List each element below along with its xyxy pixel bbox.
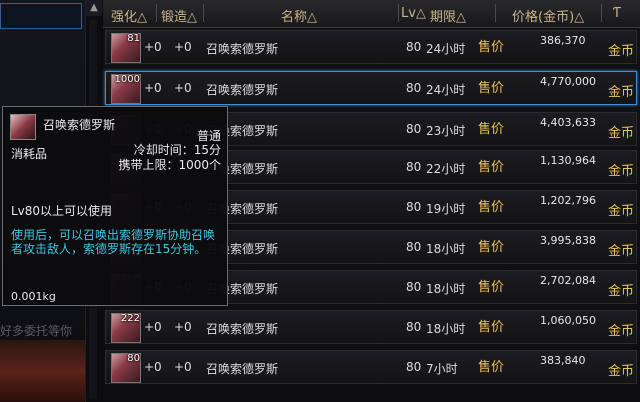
price-value: 1,202,796	[540, 194, 596, 207]
summon-scroll-icon	[10, 114, 36, 140]
tooltip-weight: 0.001kg	[11, 290, 56, 303]
currency-label: 金币	[608, 85, 635, 100]
scroll-up-arrow-icon[interactable]: ▲	[86, 0, 102, 16]
list-header: 强化△ 锻造△ 名称△ Lv△ 期限△ 价格(金币)△ Ƭ	[103, 0, 640, 28]
stack-count: 1000	[114, 74, 140, 85]
price-label: 售价	[478, 200, 505, 215]
tooltip-carry-limit: 携带上限：1000个	[118, 158, 221, 172]
price-label: 售价	[478, 360, 505, 375]
expire-time: 7小时	[426, 362, 458, 376]
header-price[interactable]: 价格(金币)△	[512, 6, 584, 25]
expire-time: 19小时	[426, 202, 466, 216]
item-name: 召唤索德罗斯	[206, 42, 279, 56]
tooltip-type: 消耗品	[11, 147, 48, 161]
expire-time: 23小时	[426, 124, 466, 138]
forge-value: +0	[174, 320, 192, 334]
price-value: 3,995,838	[540, 234, 596, 247]
tooltip-item-name: 召唤索德罗斯	[43, 118, 116, 132]
level-value: 80	[406, 240, 422, 254]
level-value: 80	[406, 40, 422, 54]
currency-label: 金币	[608, 324, 635, 339]
left-search-field[interactable]	[0, 3, 82, 29]
header-separator	[203, 4, 204, 22]
enhance-value: +0	[144, 81, 162, 95]
expire-time: 24小时	[426, 42, 466, 56]
stack-count: 222	[120, 313, 140, 324]
table-row[interactable]: 81 +0 +0 召唤索德罗斯 80 24小时 售价 386,370 金币	[105, 30, 637, 64]
expire-time: 22小时	[426, 162, 466, 176]
forge-value: +0	[174, 40, 192, 54]
currency-label: 金币	[608, 204, 635, 219]
stack-count: 80	[127, 353, 140, 364]
level-value: 80	[406, 81, 422, 95]
item-name: 召唤索德罗斯	[206, 362, 279, 376]
table-row[interactable]: 1000 +0 +0 召唤索德罗斯 80 24小时 售价 4,770,000 金币	[105, 71, 637, 105]
table-row[interactable]: 80 +0 +0 召唤索德罗斯 80 7小时 售价 383,840 金币	[105, 350, 637, 384]
price-label: 售价	[478, 40, 505, 55]
level-value: 80	[406, 122, 422, 136]
level-value: 80	[406, 280, 422, 294]
item-name: 召唤索德罗斯	[206, 83, 279, 97]
header-expire[interactable]: 期限△	[430, 6, 466, 25]
enhance-value: +0	[144, 320, 162, 334]
header-separator	[495, 4, 496, 22]
price-label: 售价	[478, 240, 505, 255]
header-lv[interactable]: Lv△	[401, 6, 426, 21]
summon-scroll-icon: 222	[111, 313, 141, 343]
expire-time: 18小时	[426, 242, 466, 256]
expire-time: 24小时	[426, 83, 466, 97]
price-label: 售价	[478, 280, 505, 295]
price-label: 售价	[478, 320, 505, 335]
header-separator	[156, 4, 157, 22]
tooltip-description: 使用后，可以召唤出索德罗斯协助召唤者攻击敌人，索德罗斯存在15分钟。	[11, 228, 216, 256]
forge-value: +0	[174, 360, 192, 374]
currency-label: 金币	[608, 44, 635, 59]
summon-scroll-icon: 80	[111, 353, 141, 383]
price-label: 售价	[478, 81, 505, 96]
level-value: 80	[406, 320, 422, 334]
level-value: 80	[406, 200, 422, 214]
level-value: 80	[406, 160, 422, 174]
header-forge[interactable]: 锻造△	[161, 6, 197, 25]
summon-scroll-icon: 1000	[111, 74, 141, 104]
currency-label: 金币	[608, 126, 635, 141]
currency-label: 金币	[608, 284, 635, 299]
header-name[interactable]: 名称△	[281, 6, 317, 25]
currency-label: 金币	[608, 364, 635, 379]
level-value: 80	[406, 360, 422, 374]
price-value: 1,060,050	[540, 314, 596, 327]
forge-value: +0	[174, 81, 192, 95]
summon-scroll-icon: 81	[111, 33, 141, 63]
item-tooltip: 召唤索德罗斯 普通 冷却时间：15分 携带上限：1000个 消耗品 Lv80以上…	[2, 106, 228, 306]
header-enhance[interactable]: 强化△	[111, 6, 147, 25]
price-value: 1,130,964	[540, 154, 596, 167]
currency-label: 金币	[608, 244, 635, 259]
price-value: 383,840	[540, 354, 586, 367]
table-row[interactable]: 222 +0 +0 召唤索德罗斯 80 18小时 售价 1,060,050 金币	[105, 310, 637, 344]
expire-time: 18小时	[426, 322, 466, 336]
price-label: 售价	[478, 160, 505, 175]
header-separator	[601, 4, 602, 22]
tooltip-requirement: Lv80以上可以使用	[11, 204, 113, 218]
enhance-value: +0	[144, 40, 162, 54]
currency-label: 金币	[608, 164, 635, 179]
enhance-value: +0	[144, 360, 162, 374]
price-label: 售价	[478, 122, 505, 137]
price-value: 2,702,084	[540, 274, 596, 287]
price-value: 4,403,633	[540, 116, 596, 129]
header-separator	[398, 4, 399, 22]
header-extra[interactable]: Ƭ	[613, 6, 621, 21]
stack-count: 81	[127, 33, 140, 44]
expire-time: 18小时	[426, 282, 466, 296]
price-value: 386,370	[540, 34, 586, 47]
item-name: 召唤索德罗斯	[206, 322, 279, 336]
price-value: 4,770,000	[540, 75, 596, 88]
